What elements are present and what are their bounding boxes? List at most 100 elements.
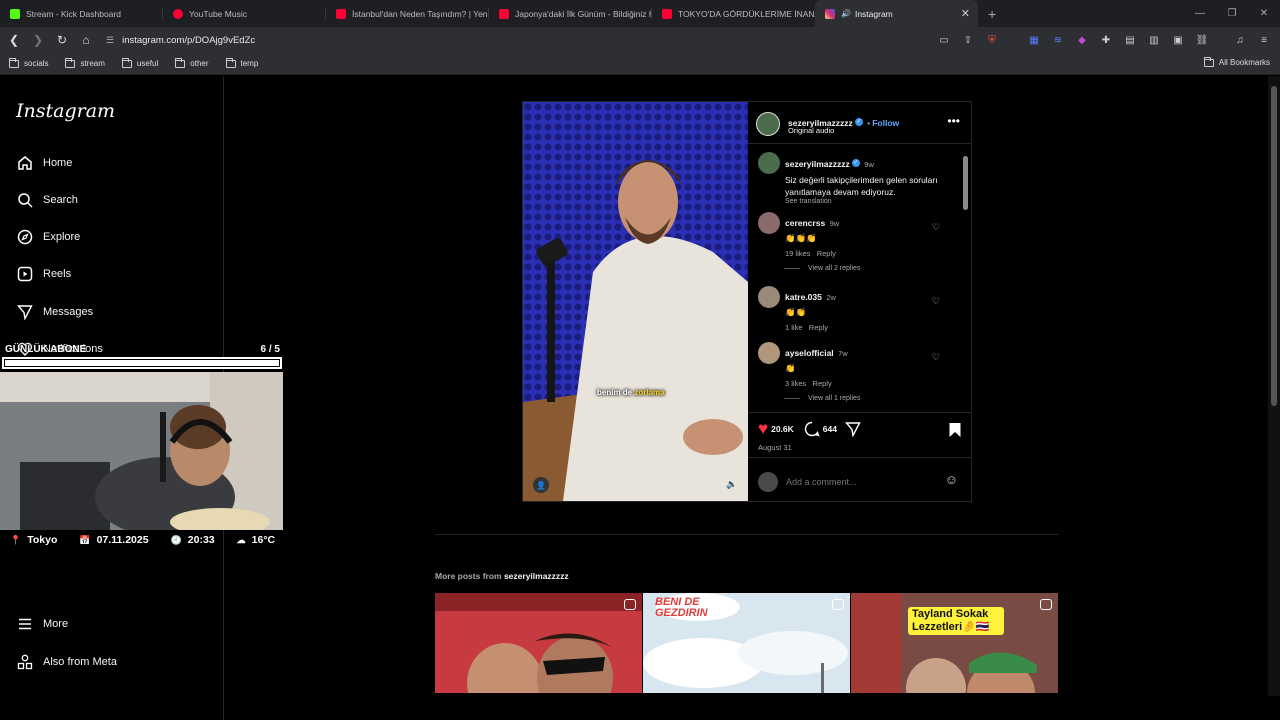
sidebar-item-label: Messages — [43, 306, 94, 318]
sidebar-item-explore[interactable]: Explore — [16, 228, 80, 246]
caption-username[interactable]: sezeryilmazzzzz — [785, 159, 850, 169]
more-post-thumbnail-2[interactable]: BENI DE GEZDIRIN — [643, 593, 850, 693]
more-post-thumbnail-1[interactable] — [435, 593, 642, 693]
all-bookmarks-button[interactable]: All Bookmarks — [1203, 56, 1270, 67]
tagged-user-icon[interactable] — [533, 477, 549, 493]
share-icon[interactable] — [844, 421, 861, 437]
media-controls-icon[interactable]: ♫ — [1232, 32, 1248, 48]
home-page-icon[interactable]: ⌂ — [76, 33, 96, 47]
bookmark-folder-stream[interactable]: stream — [65, 57, 105, 68]
comment-count[interactable]: 644 — [823, 424, 837, 434]
sidebar-panel-icon[interactable]: ▤ — [1122, 32, 1138, 48]
restore-icon[interactable]: ❐ — [1216, 8, 1248, 19]
new-tab-button[interactable]: + — [988, 6, 996, 22]
reply-button[interactable]: Reply — [817, 249, 836, 258]
comment-likes[interactable]: 3 likes — [785, 379, 806, 388]
add-comment-input[interactable] — [786, 473, 936, 491]
tab-youtube-video-2[interactable]: Japonya'daki İlk Günüm - Bildiğiniz H — [489, 0, 652, 27]
sidebar-item-search[interactable]: Search — [16, 191, 78, 209]
bookmark-folder-useful[interactable]: useful — [121, 57, 158, 68]
tab-youtube-video-1[interactable]: İstanbul'dan Neden Taşındım? | Yeni — [326, 0, 489, 27]
bookmarks-bar: socials stream useful other temp All Boo… — [0, 53, 1280, 75]
comment-icon[interactable] — [804, 421, 820, 437]
back-icon[interactable]: ❮ — [4, 33, 24, 47]
wallet-icon[interactable]: ▣ — [1170, 32, 1186, 48]
comments-scrollbar[interactable] — [962, 146, 969, 410]
url-field[interactable]: ☰ instagram.com/p/DOAjg9vEdZc — [106, 35, 255, 46]
brave-shield-icon[interactable]: ⛨ — [984, 32, 1000, 48]
save-bookmark-icon[interactable] — [948, 422, 962, 438]
post-video[interactable]: 👤 benim de zorlama 🔈 — [523, 102, 748, 501]
site-info-icon[interactable]: ☰ — [106, 35, 114, 46]
commenter-avatar[interactable] — [758, 342, 780, 364]
reading-list-icon[interactable]: ▥ — [1146, 32, 1162, 48]
reply-button[interactable]: Reply — [813, 379, 832, 388]
comment-text: 👏 — [785, 363, 796, 373]
more-post-thumbnail-3[interactable]: Tayland Sokak Lezzetleri🤌🇹🇭 — [851, 593, 1058, 693]
cast-icon[interactable]: ▭ — [936, 32, 952, 48]
minimize-icon[interactable]: — — [1184, 8, 1216, 19]
like-count[interactable]: 20.6K — [771, 424, 794, 434]
author-avatar[interactable] — [756, 112, 780, 136]
commenter-username[interactable]: ayselofficial — [785, 348, 834, 358]
commenter-avatar[interactable] — [758, 286, 780, 308]
reply-button[interactable]: Reply — [809, 323, 828, 332]
bookmark-folder-socials[interactable]: socials — [9, 57, 48, 68]
tab-instagram[interactable]: 🔊 Instagram ✕ — [815, 0, 978, 27]
forward-icon[interactable]: ❯ — [28, 33, 48, 47]
commenter-avatar[interactable] — [758, 212, 780, 234]
like-comment-icon[interactable]: ♡ — [932, 296, 940, 307]
comment-text: 👏👏 — [785, 307, 807, 317]
date-text: 07.11.2025 — [96, 534, 149, 546]
reload-icon[interactable]: ↻ — [52, 33, 72, 47]
tab-youtube-video-3[interactable]: TOKYO'DA GÖRDÜKLERİME İNANAM — [652, 0, 815, 27]
more-options-icon[interactable]: ••• — [947, 114, 960, 128]
sidebar-item-more[interactable]: More — [16, 615, 68, 633]
original-audio-link[interactable]: Original audio — [788, 126, 834, 135]
follow-button[interactable]: Follow — [872, 118, 899, 128]
post-date[interactable]: August 31 — [758, 443, 792, 452]
bookmark-folder-temp[interactable]: temp — [225, 57, 258, 68]
liked-heart-icon[interactable]: ♥ — [758, 420, 768, 437]
link-icon[interactable]: ⛓ — [1194, 32, 1210, 48]
comment-likes[interactable]: 1 like — [785, 323, 803, 332]
current-user-avatar[interactable] — [758, 472, 778, 492]
sidebar-item-home[interactable]: Home — [16, 154, 72, 172]
instagram-icon — [825, 8, 835, 19]
verified-badge-icon: ✓ — [851, 158, 860, 167]
weather-info: ☁ 16°C — [237, 534, 275, 546]
mute-icon[interactable]: 🔈 — [726, 479, 737, 490]
page-scrollbar[interactable] — [1268, 76, 1280, 696]
instagram-logo[interactable]: Instagram — [16, 100, 115, 122]
more-posts-username[interactable]: sezeryilmazzzzz — [504, 571, 569, 581]
share-icon[interactable]: ⇪ — [960, 32, 976, 48]
tab-title: İstanbul'dan Neden Taşındım? | Yeni — [352, 8, 489, 19]
extension-vpn-icon[interactable]: ◆ — [1074, 32, 1090, 48]
comment-item: ayselofficial 7w 👏 3 likes Reply ♡ — [758, 341, 958, 391]
view-replies-button[interactable]: View all 2 replies — [784, 265, 860, 272]
tab-kick-dashboard[interactable]: Stream - Kick Dashboard — [0, 0, 163, 27]
extension-wave-icon[interactable]: ≋ — [1050, 32, 1066, 48]
bookmark-folder-other[interactable]: other — [175, 57, 209, 68]
sidebar-item-also-from-meta[interactable]: Also from Meta — [16, 653, 117, 671]
extension-grid-icon[interactable]: ▦ — [1026, 32, 1042, 48]
commenter-username[interactable]: katre.035 — [785, 292, 822, 302]
commenter-username[interactable]: cerencrss — [785, 218, 825, 228]
comment-item: cerencrss 9w 👏👏👏 19 likes Reply ♡ — [758, 211, 958, 271]
like-comment-icon[interactable]: ♡ — [932, 352, 940, 363]
like-comment-icon[interactable]: ♡ — [932, 222, 940, 233]
close-tab-icon[interactable]: ✕ — [961, 7, 970, 20]
author-avatar[interactable] — [758, 152, 780, 174]
tab-youtube-music[interactable]: YouTube Music — [163, 0, 326, 27]
close-window-icon[interactable]: ✕ — [1248, 8, 1280, 19]
see-translation-link[interactable]: See translation — [785, 198, 955, 205]
sidebar-item-label: Explore — [43, 231, 81, 243]
menu-icon[interactable]: ≡ — [1256, 32, 1272, 48]
comment-likes[interactable]: 19 likes — [785, 249, 810, 258]
emoji-icon[interactable]: ☺ — [945, 472, 958, 487]
extensions-puzzle-icon[interactable]: ✚ — [1098, 32, 1114, 48]
view-replies-button[interactable]: View all 1 replies — [784, 395, 860, 402]
sidebar-item-messages[interactable]: Messages — [16, 303, 93, 321]
caption-age: 9w — [864, 160, 874, 169]
sidebar-item-reels[interactable]: Reels — [16, 265, 71, 283]
